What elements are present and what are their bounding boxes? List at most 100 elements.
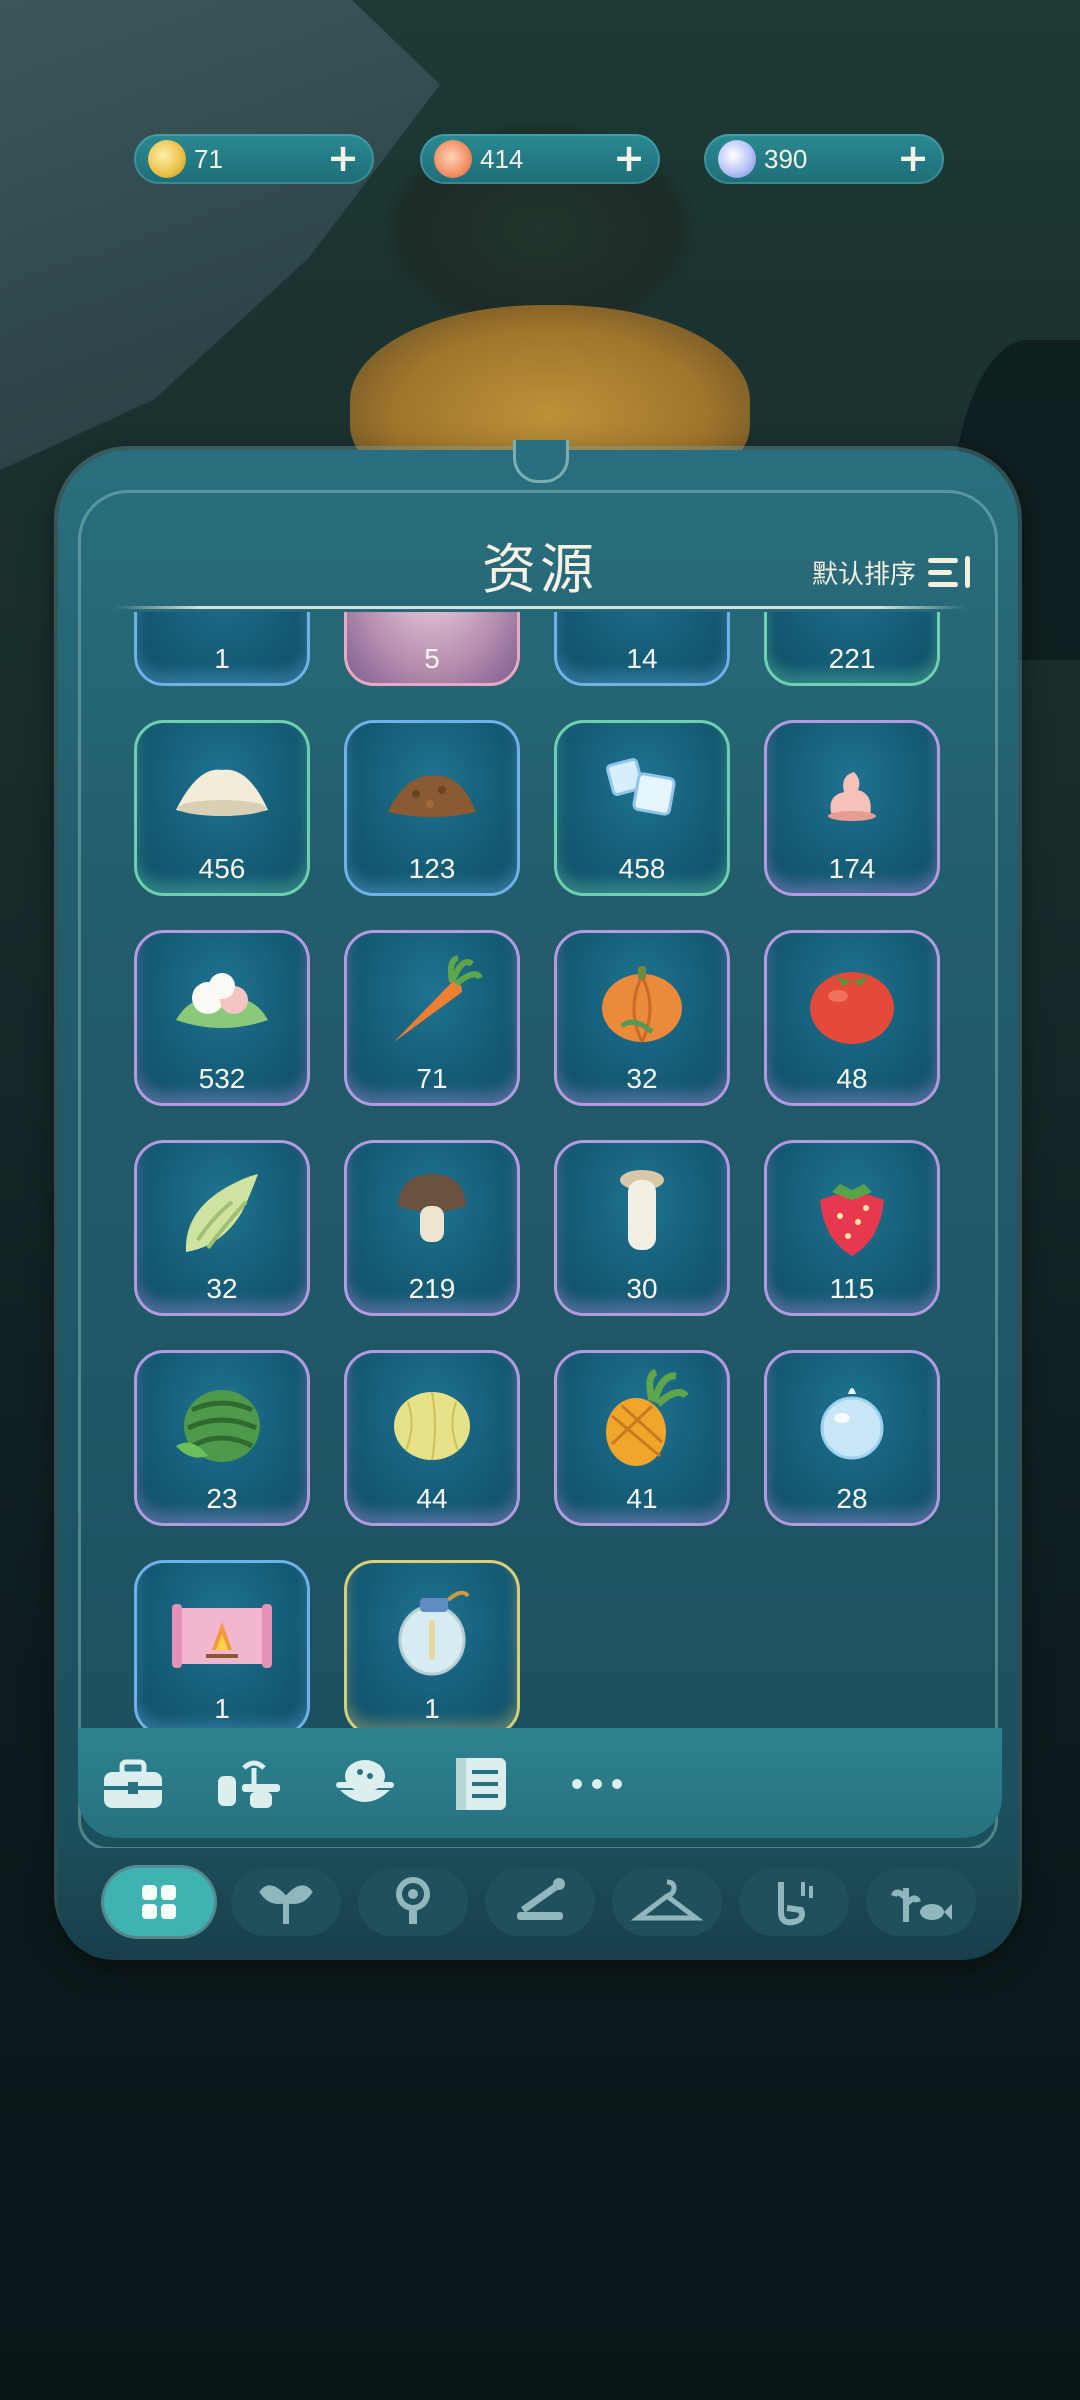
item-quantity: 41 xyxy=(626,1483,658,1514)
campfire-scroll-icon xyxy=(172,1604,272,1668)
toolbox-icon[interactable] xyxy=(98,1754,168,1814)
ice-cubes-icon xyxy=(606,758,676,816)
fish-plant-icon xyxy=(891,1888,952,1922)
main-tab-bar xyxy=(58,1848,1018,1960)
pumpkin-icon xyxy=(602,966,682,1043)
pineapple-icon xyxy=(606,1368,689,1466)
tab-plants[interactable] xyxy=(231,1868,341,1936)
more-icon[interactable] xyxy=(562,1754,632,1814)
sun-amount: 414 xyxy=(480,144,524,174)
tomato-icon xyxy=(810,972,894,1044)
resource-item[interactable]: 30 xyxy=(554,1140,730,1316)
watermelon-icon xyxy=(176,1390,260,1462)
resource-item[interactable]: 71 xyxy=(344,930,520,1106)
resource-item[interactable]: 5 xyxy=(344,612,520,686)
tab-resources[interactable] xyxy=(104,1868,214,1936)
bamboo-shoot-icon xyxy=(185,1174,258,1252)
category-subtabs xyxy=(78,1728,1002,1838)
item-quantity: 30 xyxy=(626,1273,658,1304)
melon-icon xyxy=(394,1391,470,1461)
add-sun-button[interactable]: + xyxy=(610,139,648,177)
sort-label: 默认排序 xyxy=(811,559,916,590)
item-quantity: 1 xyxy=(424,1693,440,1724)
item-quantity: 532 xyxy=(198,1063,246,1094)
resource-item[interactable]: 123 xyxy=(344,720,520,896)
item-quantity: 221 xyxy=(828,643,876,674)
item-quantity: 28 xyxy=(836,1483,868,1514)
sprout-pot-icon[interactable] xyxy=(214,1754,284,1814)
item-quantity: 14 xyxy=(626,643,658,674)
resource-item[interactable]: 115 xyxy=(764,1140,940,1316)
tab-fishing[interactable] xyxy=(866,1868,976,1936)
item-quantity: 123 xyxy=(408,853,456,884)
strawberry-icon xyxy=(820,1184,884,1256)
water-drop-icon xyxy=(820,1388,884,1460)
tab-clothing[interactable] xyxy=(612,1868,722,1936)
soil-icon xyxy=(388,775,476,817)
sort-button[interactable]: 默认排序 xyxy=(812,552,978,592)
item-quantity: 456 xyxy=(198,853,246,884)
item-quantity: 32 xyxy=(626,1063,658,1094)
currency-moon: 390 + xyxy=(704,134,944,184)
resource-item[interactable]: 28 xyxy=(764,1350,940,1526)
tab-decor[interactable] xyxy=(358,1868,468,1936)
flour-icon xyxy=(176,769,268,816)
resource-item[interactable]: 456 xyxy=(134,720,310,896)
resource-item[interactable]: 44 xyxy=(344,1350,520,1526)
hanger-icon xyxy=(630,1879,704,1921)
dumpling-icon xyxy=(176,973,268,1028)
potion-bottle-icon xyxy=(398,1590,470,1676)
resource-item[interactable]: 41 xyxy=(554,1350,730,1526)
recipe-book-icon[interactable] xyxy=(446,1754,516,1814)
partial-item-icon xyxy=(372,612,492,636)
food-bowl-icon[interactable] xyxy=(330,1754,400,1814)
resource-item[interactable]: 48 xyxy=(764,930,940,1106)
resource-item[interactable]: 32 xyxy=(554,930,730,1106)
item-quantity: 174 xyxy=(828,853,876,884)
resource-item[interactable]: 174 xyxy=(764,720,940,896)
currency-coin: 71 + xyxy=(134,134,374,184)
item-quantity: 1 xyxy=(214,643,230,674)
resource-item[interactable]: 458 xyxy=(554,720,730,896)
moon-amount: 390 xyxy=(764,144,808,174)
item-quantity: 44 xyxy=(416,1483,448,1514)
partial-item-icon xyxy=(162,612,282,636)
partial-item-icon xyxy=(582,612,702,636)
grid-icon xyxy=(142,1885,176,1919)
resource-item[interactable]: 221 xyxy=(764,612,940,686)
panel-ornament xyxy=(513,440,569,483)
king-oyster-mushroom-icon xyxy=(620,1170,664,1250)
resource-item[interactable]: 1 xyxy=(344,1560,520,1736)
flower-pot-icon xyxy=(396,1877,430,1924)
partial-item-icon xyxy=(792,612,912,636)
tab-tools[interactable] xyxy=(485,1868,595,1936)
resource-item[interactable]: 1 xyxy=(134,1560,310,1736)
title-divider xyxy=(114,606,966,609)
carrot-icon xyxy=(394,955,483,1042)
cream-icon xyxy=(828,772,876,821)
coin-amount: 71 xyxy=(194,144,223,174)
currency-sun: 414 + xyxy=(420,134,660,184)
resource-item[interactable]: 32 xyxy=(134,1140,310,1316)
resource-grid[interactable]: 1 5 14 221 456 123 458 174 532 71 32 48 32 219 30 115 23… xyxy=(110,612,970,1737)
resource-item[interactable]: 532 xyxy=(134,930,310,1106)
item-quantity: 23 xyxy=(206,1483,238,1514)
plant-icon xyxy=(259,1885,313,1924)
sort-icon xyxy=(926,552,978,592)
item-quantity: 48 xyxy=(836,1063,868,1094)
music-icon xyxy=(778,1882,813,1926)
moon-icon xyxy=(718,140,756,178)
item-quantity: 115 xyxy=(829,1273,875,1304)
add-coin-button[interactable]: + xyxy=(324,139,362,177)
resource-item[interactable]: 14 xyxy=(554,612,730,686)
item-quantity: 5 xyxy=(424,643,440,674)
tools-icon xyxy=(517,1878,565,1920)
add-moon-button[interactable]: + xyxy=(894,139,932,177)
mushroom-icon xyxy=(398,1174,466,1242)
item-quantity: 1 xyxy=(214,1693,230,1724)
resource-item[interactable]: 219 xyxy=(344,1140,520,1316)
resource-item[interactable]: 1 xyxy=(134,612,310,686)
resource-item[interactable]: 23 xyxy=(134,1350,310,1526)
tab-music[interactable] xyxy=(739,1868,849,1936)
item-quantity: 71 xyxy=(416,1063,448,1094)
